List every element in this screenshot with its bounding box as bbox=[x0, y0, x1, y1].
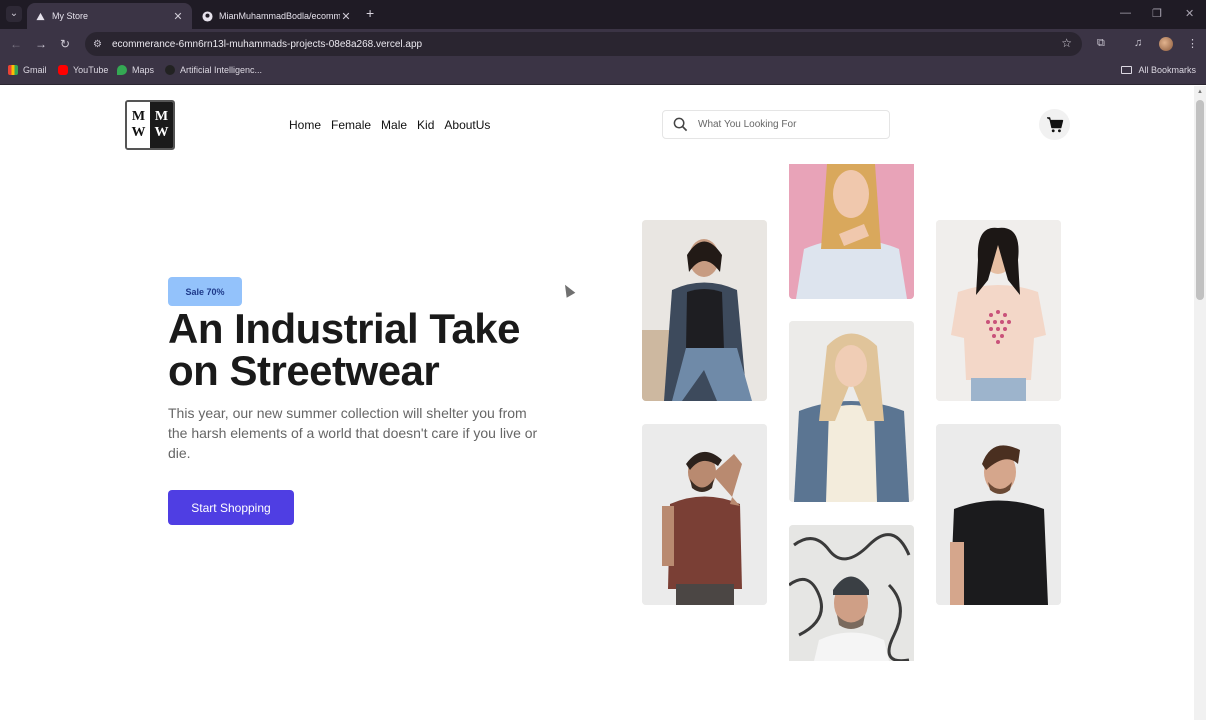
bookmark-youtube[interactable]: YouTube bbox=[58, 65, 108, 75]
search-icon bbox=[673, 117, 688, 132]
gallery-photo-man-brown-tee[interactable] bbox=[642, 424, 767, 605]
reload-icon[interactable]: ↻ bbox=[60, 37, 70, 51]
close-window-icon[interactable]: ✕ bbox=[1185, 7, 1194, 20]
tab-title: My Store bbox=[52, 11, 89, 21]
bookmark-label: Artificial Intelligenc... bbox=[180, 65, 263, 75]
hero-title-line-2: on Streetwear bbox=[168, 347, 440, 394]
browser-toolbar: ← → ↻ ⚙ ecommerance-6mn6rn13l-muhammads-… bbox=[0, 29, 1206, 59]
bookmarks-bar: Gmail YouTube Maps Artificial Intelligen… bbox=[0, 59, 1206, 85]
logo-letter: M bbox=[131, 109, 146, 124]
tab-my-store[interactable]: My Store ✕ bbox=[27, 3, 192, 29]
hero-description: This year, our new summer collection wil… bbox=[168, 405, 538, 461]
youtube-icon bbox=[58, 65, 68, 75]
site-info-icon[interactable]: ⚙ bbox=[93, 39, 102, 50]
main-nav: Home Female Male Kid AboutUs bbox=[289, 118, 490, 132]
cart-button[interactable] bbox=[1039, 109, 1070, 140]
ai-icon bbox=[165, 65, 175, 75]
nav-kid[interactable]: Kid bbox=[417, 118, 434, 132]
github-favicon-icon bbox=[202, 10, 213, 22]
scrollbar-thumb[interactable] bbox=[1196, 100, 1204, 300]
all-bookmarks[interactable]: All Bookmarks bbox=[1121, 65, 1196, 75]
close-tab-icon[interactable]: ✕ bbox=[340, 10, 352, 23]
gmail-icon bbox=[8, 65, 18, 75]
more-menu-icon[interactable]: ⋮ bbox=[1187, 37, 1198, 50]
folder-icon bbox=[1121, 66, 1133, 74]
bookmark-label: Maps bbox=[132, 65, 155, 75]
forward-arrow-icon[interactable]: → bbox=[35, 37, 47, 51]
page-scrollbar[interactable]: ▲ bbox=[1194, 86, 1206, 720]
bookmark-label: Gmail bbox=[23, 65, 47, 75]
close-tab-icon[interactable]: ✕ bbox=[172, 10, 184, 23]
logo-letter: M bbox=[154, 109, 169, 124]
nav-female[interactable]: Female bbox=[331, 118, 371, 132]
mouse-cursor-icon bbox=[560, 282, 576, 298]
hero-title-line-1: An Industrial Take bbox=[168, 305, 520, 352]
search-input[interactable] bbox=[698, 119, 868, 130]
gallery-photo-woman-pink-tee[interactable] bbox=[936, 220, 1061, 401]
extensions-icon[interactable]: ⧉ bbox=[1097, 37, 1105, 50]
back-arrow-icon[interactable]: ← bbox=[10, 37, 22, 51]
all-bookmarks-label: All Bookmarks bbox=[1138, 65, 1196, 75]
tab-title: MianMuhammadBodla/ecomm bbox=[219, 11, 340, 21]
tab-search-chevron-icon[interactable]: ⌄ bbox=[6, 6, 22, 22]
start-shopping-button[interactable]: Start Shopping bbox=[168, 490, 294, 525]
profile-avatar[interactable] bbox=[1159, 37, 1173, 51]
nav-male[interactable]: Male bbox=[381, 118, 407, 132]
search-box bbox=[662, 110, 890, 139]
gallery-photo-woman-denim-jacket[interactable] bbox=[642, 220, 767, 401]
bookmark-star-icon[interactable]: ☆ bbox=[1061, 36, 1072, 50]
gallery-photo-man-black-tee[interactable] bbox=[936, 424, 1061, 605]
shopping-cart-icon bbox=[1046, 116, 1063, 132]
logo-left: M W bbox=[127, 102, 150, 148]
browser-tab-strip: ⌄ My Store ✕ MianMuhammadBodla/ecomm ✕ +… bbox=[0, 0, 1206, 29]
store-logo[interactable]: M W M W bbox=[125, 100, 175, 150]
maps-icon bbox=[117, 65, 127, 75]
bookmark-gmail[interactable]: Gmail bbox=[8, 65, 47, 75]
logo-letter: W bbox=[131, 125, 146, 140]
store-page: M W M W Home Female Male Kid AboutUs Sal… bbox=[0, 86, 1194, 720]
tab-github[interactable]: MianMuhammadBodla/ecomm ✕ bbox=[194, 3, 360, 29]
sale-badge: Sale 70% bbox=[168, 277, 242, 306]
bookmark-maps[interactable]: Maps bbox=[117, 65, 154, 75]
nav-home[interactable]: Home bbox=[289, 118, 321, 132]
restore-icon[interactable]: ❐ bbox=[1152, 7, 1162, 20]
gallery-photo-woman-pink-bg[interactable] bbox=[789, 164, 914, 299]
hero-title: An Industrial Take on Streetwear bbox=[168, 308, 568, 392]
url-text: ecommerance-6mn6rn13l-muhammads-projects… bbox=[111, 38, 423, 50]
gallery-photo-man-beanie[interactable] bbox=[789, 525, 914, 661]
bookmark-ai[interactable]: Artificial Intelligenc... bbox=[165, 65, 262, 75]
media-controls-icon[interactable]: ♫ bbox=[1134, 37, 1142, 49]
gallery-photo-woman-denim-white[interactable] bbox=[789, 321, 914, 502]
new-tab-plus-icon[interactable]: + bbox=[366, 5, 374, 21]
minimize-icon[interactable]: — bbox=[1120, 7, 1131, 19]
bookmark-label: YouTube bbox=[73, 65, 109, 75]
scroll-up-arrow-icon[interactable]: ▲ bbox=[1197, 89, 1203, 95]
logo-right: M W bbox=[150, 102, 173, 148]
nav-aboutus[interactable]: AboutUs bbox=[444, 118, 490, 132]
logo-letter: W bbox=[154, 125, 169, 140]
address-bar[interactable]: ⚙ ecommerance-6mn6rn13l-muhammads-projec… bbox=[85, 32, 1082, 56]
vercel-favicon-icon bbox=[35, 11, 46, 22]
